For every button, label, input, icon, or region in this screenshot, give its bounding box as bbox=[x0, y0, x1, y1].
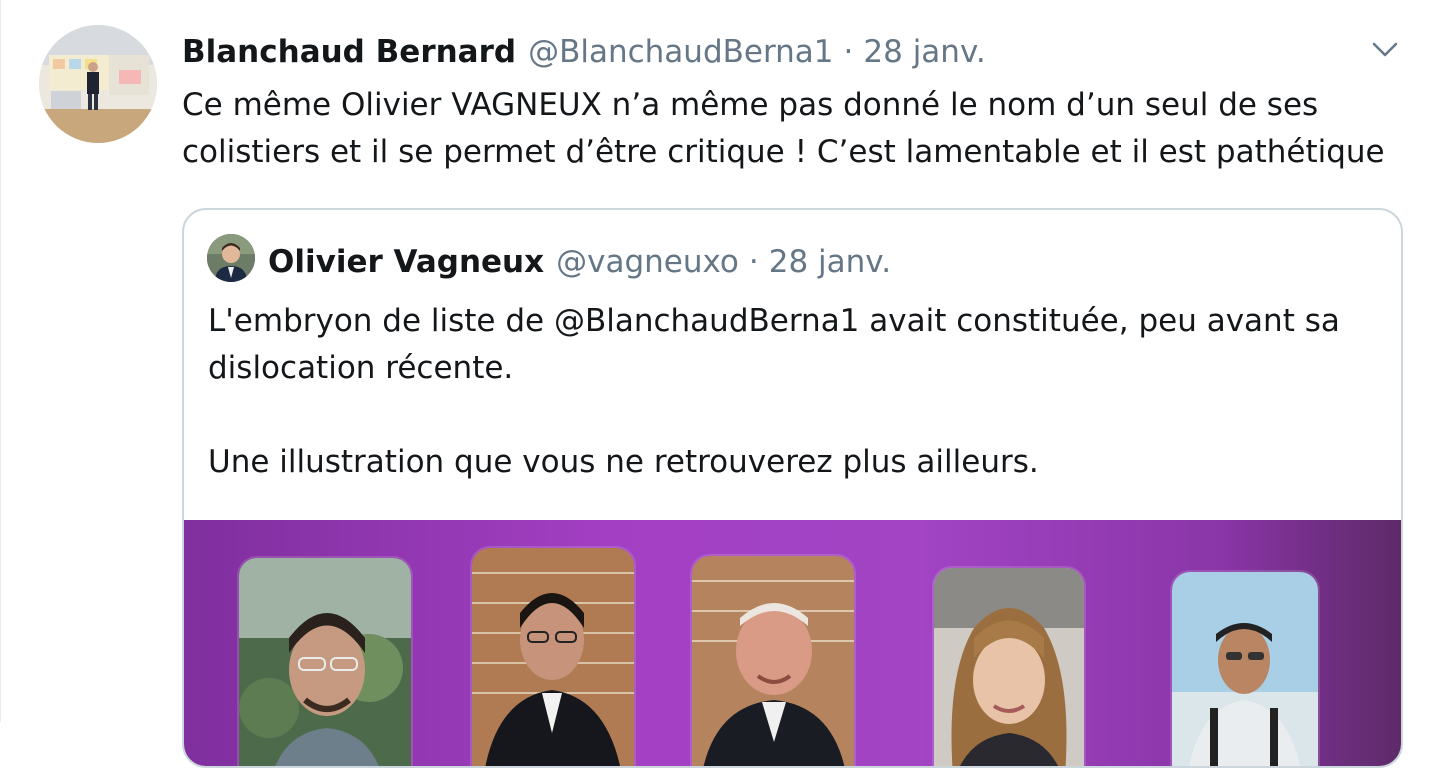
tweet-menu-button[interactable] bbox=[1367, 36, 1403, 64]
quoted-tweet-date[interactable]: 28 janv. bbox=[769, 240, 891, 284]
candidate-photo bbox=[239, 558, 411, 766]
quoted-tweet-text: L'embryon de liste de @BlanchaudBerna1 a… bbox=[208, 298, 1378, 486]
quoted-author-handle[interactable]: @vagneuxo bbox=[556, 240, 739, 284]
author-avatar-image bbox=[39, 25, 157, 143]
candidate-photo bbox=[934, 568, 1084, 766]
quoted-tweet-header: Olivier Vagneux @vagneuxo · 28 janv. bbox=[268, 240, 891, 284]
author-name[interactable]: Blanchaud Bernard bbox=[182, 30, 516, 74]
quoted-author-avatar-image bbox=[207, 234, 255, 282]
quoted-author-name[interactable]: Olivier Vagneux bbox=[268, 240, 544, 284]
author-avatar[interactable] bbox=[39, 25, 157, 143]
tweet[interactable]: Blanchaud Bernard @BlanchaudBerna1 · 28 … bbox=[0, 0, 1440, 768]
quoted-tweet[interactable]: Olivier Vagneux @vagneuxo · 28 janv. L'e… bbox=[182, 208, 1403, 768]
tweet-date[interactable]: 28 janv. bbox=[863, 30, 985, 74]
candidate-photo bbox=[692, 556, 854, 766]
tweet-header: Blanchaud Bernard @BlanchaudBerna1 · 28 … bbox=[182, 30, 986, 74]
quoted-tweet-media[interactable] bbox=[184, 520, 1401, 766]
quoted-author-avatar[interactable] bbox=[207, 234, 255, 282]
candidate-photo bbox=[472, 548, 634, 766]
author-handle[interactable]: @BlanchaudBerna1 bbox=[528, 30, 833, 74]
chevron-down-icon bbox=[1372, 42, 1398, 57]
quoted-header-separator: · bbox=[748, 244, 759, 280]
quoted-tweet-paragraph: L'embryon de liste de @BlanchaudBerna1 a… bbox=[208, 303, 1340, 386]
candidate-photo bbox=[1172, 572, 1318, 766]
tweet-text: Ce même Olivier VAGNEUX n’a même pas don… bbox=[182, 87, 1385, 170]
header-separator: · bbox=[843, 34, 854, 70]
quoted-tweet-paragraph: Une illustration que vous ne retrouverez… bbox=[208, 444, 1039, 480]
